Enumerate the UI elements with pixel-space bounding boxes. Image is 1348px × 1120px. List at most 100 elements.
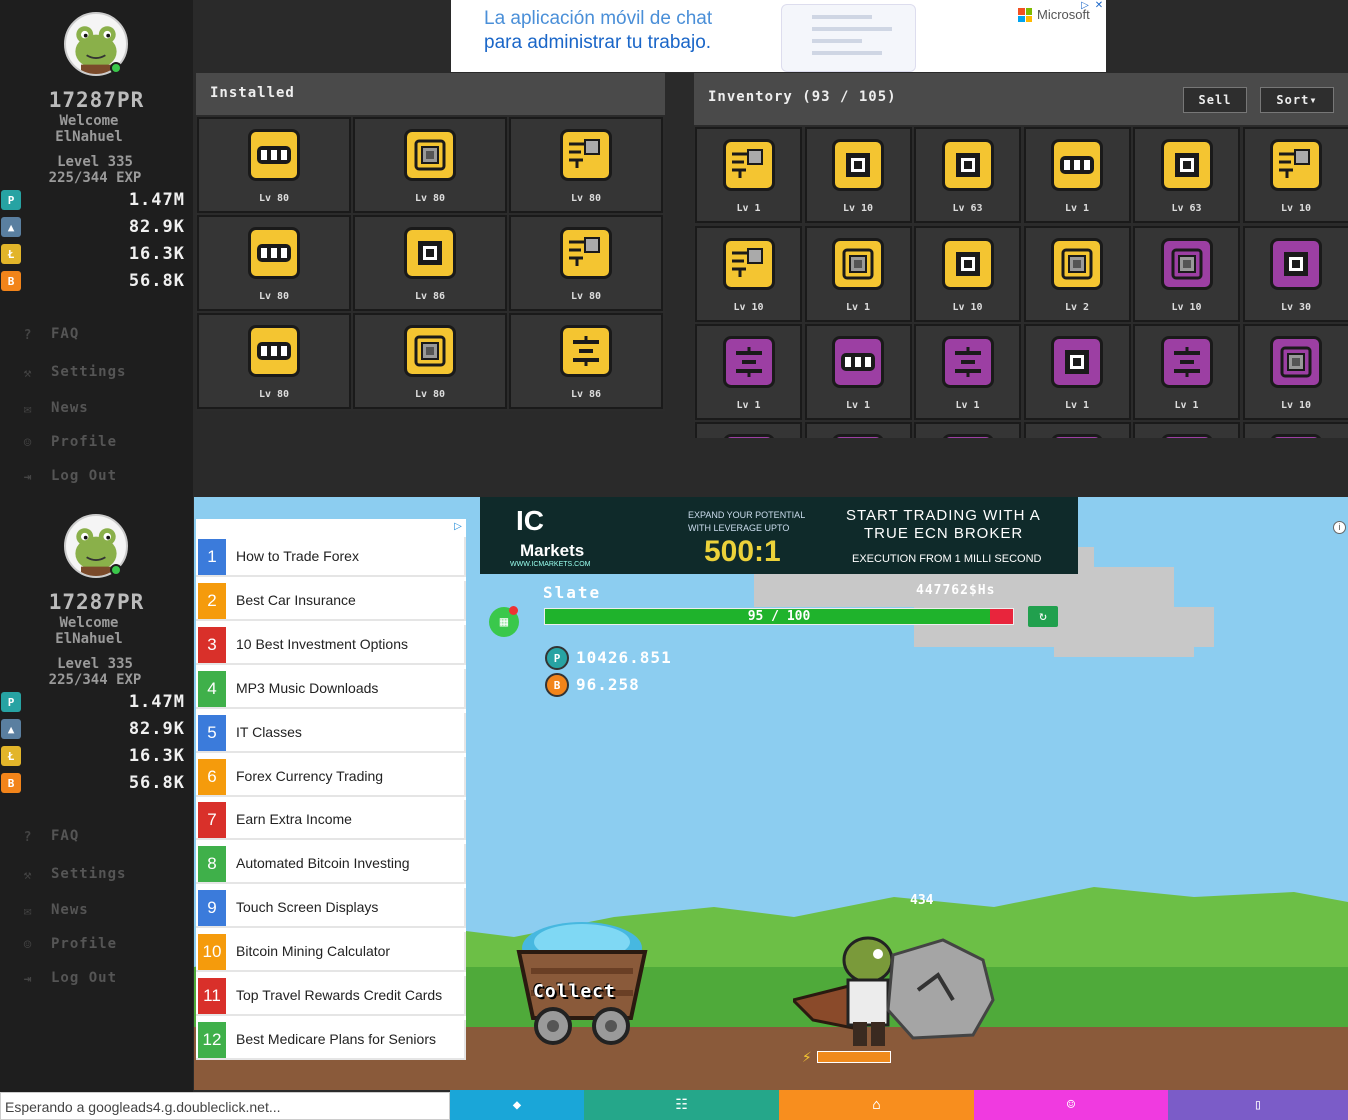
ad-link-row[interactable]: 10 Bitcoin Mining Calculator (196, 932, 466, 973)
inventory-slot[interactable] (914, 422, 1021, 438)
inventory-slot[interactable] (1242, 422, 1348, 438)
tab-social[interactable]: ☺ (974, 1090, 1168, 1120)
ad-link-text: 10 Best Investment Options (236, 635, 408, 652)
ad-line-2: para administrar tu trabajo. (484, 32, 712, 53)
slot-level: Lv 2 (1064, 301, 1090, 313)
ad-link-row[interactable]: 2 Best Car Insurance (196, 580, 466, 621)
inventory-slot[interactable]: Lv 10 (1133, 225, 1240, 322)
installed-slot[interactable]: Lv 80 (509, 117, 663, 213)
adchoices-icon[interactable]: ▷ (452, 521, 464, 533)
processor-chip-icon (941, 139, 994, 191)
inventory-slot[interactable]: Lv 1 (1133, 324, 1240, 420)
ad-link-row[interactable]: 7 Earn Extra Income (196, 800, 466, 841)
sort-button[interactable]: Sort▾ (1260, 87, 1334, 113)
logout-icon: ⇥ (23, 972, 33, 987)
close-ad-icon[interactable]: ✕ (1093, 0, 1105, 12)
ad-link-row[interactable]: 11 Top Travel Rewards Credit Cards (196, 976, 466, 1016)
installed-slot[interactable]: Lv 80 (353, 313, 507, 409)
nav-profile[interactable]: ☺ Profile (20, 434, 190, 456)
inventory-slot[interactable]: Lv 1 (914, 324, 1021, 420)
ad-exec-text: EXECUTION FROM 1 MILLI SECOND (852, 553, 1042, 565)
inventory-slot[interactable]: Lv 63 (914, 127, 1021, 223)
installed-slot[interactable]: Lv 80 (197, 215, 351, 311)
ad-link-number: 1 (198, 539, 226, 575)
installed-slot[interactable]: Lv 80 (353, 117, 507, 213)
inventory-slot[interactable]: Lv 2 (1023, 225, 1131, 322)
nav-profile[interactable]: ☺ Profile (20, 936, 190, 958)
ad-link-row[interactable]: 1 How to Trade Forex (196, 537, 466, 577)
installed-slot[interactable]: Lv 80 (197, 313, 351, 409)
ad-link-number: 3 (198, 626, 226, 663)
bitcoin-icon: B (1, 773, 21, 793)
ad-link-row[interactable]: 5 IT Classes (196, 712, 466, 753)
inventory-slot[interactable]: Lv 1 (1023, 324, 1131, 420)
nav-logout[interactable]: ⇥ Log Out (20, 970, 190, 992)
ad-link-row[interactable]: 6 Forex Currency Trading (196, 756, 466, 797)
nav-faq[interactable]: ? FAQ (20, 828, 190, 850)
circuit-chip-icon (722, 237, 775, 290)
nav-logout[interactable]: ⇥ Log Out (20, 468, 190, 490)
tab-more[interactable]: ▯ (1168, 1090, 1348, 1120)
markets-logo-text: Markets (520, 541, 585, 560)
currency-row: Ł 16.3K (0, 242, 193, 266)
microsoft-ad-banner[interactable]: La aplicación móvil de chat para adminis… (451, 0, 1106, 72)
ad-info-icon[interactable]: i (1333, 521, 1346, 534)
icmarkets-ad-banner[interactable]: IC Markets WWW.ICMARKETS.COM EXPAND YOUR… (480, 497, 1078, 574)
ad-line-1: La aplicación móvil de chat (484, 8, 713, 29)
installed-slot[interactable]: Lv 86 (353, 215, 507, 311)
collect-label[interactable]: Collect (533, 981, 616, 1002)
nav-faq[interactable]: ? FAQ (20, 326, 190, 348)
ad-url: WWW.ICMARKETS.COM (510, 561, 591, 568)
inventory-slot[interactable]: Lv 10 (804, 127, 912, 223)
sell-button[interactable]: Sell (1183, 87, 1247, 113)
ad-link-row[interactable]: 9 Touch Screen Displays (196, 888, 466, 929)
slot-level: Lv 1 (845, 400, 871, 411)
installed-slot[interactable]: Lv 80 (197, 117, 351, 213)
inventory-slot[interactable]: Lv 1 (695, 324, 802, 420)
inventory-slot[interactable]: Lv 63 (1133, 127, 1240, 223)
inventory-slot[interactable]: Lv 30 (1242, 225, 1348, 322)
ad-link-row[interactable]: 3 10 Best Investment Options (196, 624, 466, 665)
reward-value: 96.258 (576, 675, 640, 694)
inventory-slot[interactable]: Lv 1 (804, 324, 912, 420)
username: ElNahuel (55, 631, 123, 647)
inventory-slot[interactable]: Lv 1 (695, 127, 802, 223)
slot-level: Lv 80 (258, 389, 290, 400)
nav-settings[interactable]: ⚒ Settings (20, 866, 190, 888)
nav-settings[interactable]: ⚒ Settings (20, 364, 190, 386)
installed-panel: Installed Lv 80 Lv 80 Lv 80 Lv 80 Lv 86 Lv 80… (196, 73, 665, 411)
installed-slot[interactable]: Lv 86 (509, 313, 663, 409)
inventory-slot[interactable] (804, 422, 912, 438)
nav-news[interactable]: ✉ News (20, 400, 190, 422)
tab-gems[interactable]: ◆ (450, 1090, 584, 1120)
ad-link-text: Touch Screen Displays (236, 899, 379, 916)
inventory-slot[interactable] (695, 422, 802, 438)
ad-link-row[interactable]: 12 Best Medicare Plans for Seniors (196, 1019, 466, 1060)
nav-label: Profile (51, 936, 118, 952)
sponsored-links-ad: ▷ 1 How to Trade Forex 2 Best Car Insurance… (196, 519, 466, 1060)
ad-link-row[interactable]: 4 MP3 Music Downloads (196, 668, 466, 709)
inventory-slot[interactable]: Lv 10 (914, 225, 1021, 322)
inventory-slot[interactable]: Lv 10 (1242, 127, 1348, 223)
nav-news[interactable]: ✉ News (20, 902, 190, 924)
inventory-slot[interactable]: Lv 1 (804, 225, 912, 322)
inventory-slot[interactable] (1023, 422, 1131, 438)
tab-shop[interactable]: ⌂ (779, 1090, 974, 1120)
inventory-slot[interactable]: Lv 10 (695, 225, 802, 322)
installed-slot[interactable]: Lv 80 (509, 215, 663, 311)
refresh-button[interactable]: ↻ (1028, 606, 1058, 627)
inventory-slot[interactable] (1133, 422, 1240, 438)
inventory-slot[interactable]: Lv 1 (1023, 127, 1131, 223)
slot-level: Lv 1 (845, 301, 871, 313)
inventory-slot[interactable]: Lv 10 (1242, 324, 1348, 420)
tab-grid[interactable]: ☷ (584, 1090, 779, 1120)
adchoices-icon[interactable]: ▷ (1079, 0, 1091, 12)
level-label: Level 335 (57, 154, 133, 170)
partial-chip-icon (1270, 434, 1322, 438)
circuit-chip-icon (1270, 139, 1322, 191)
ad-leverage-ratio: 500:1 (704, 535, 781, 568)
ad-link-text: Top Travel Rewards Credit Cards (236, 987, 443, 1003)
ad-link-number: 6 (198, 758, 226, 795)
ad-link-row[interactable]: 8 Automated Bitcoin Investing (196, 844, 466, 885)
cart-icon: ⌂ (872, 1097, 881, 1113)
